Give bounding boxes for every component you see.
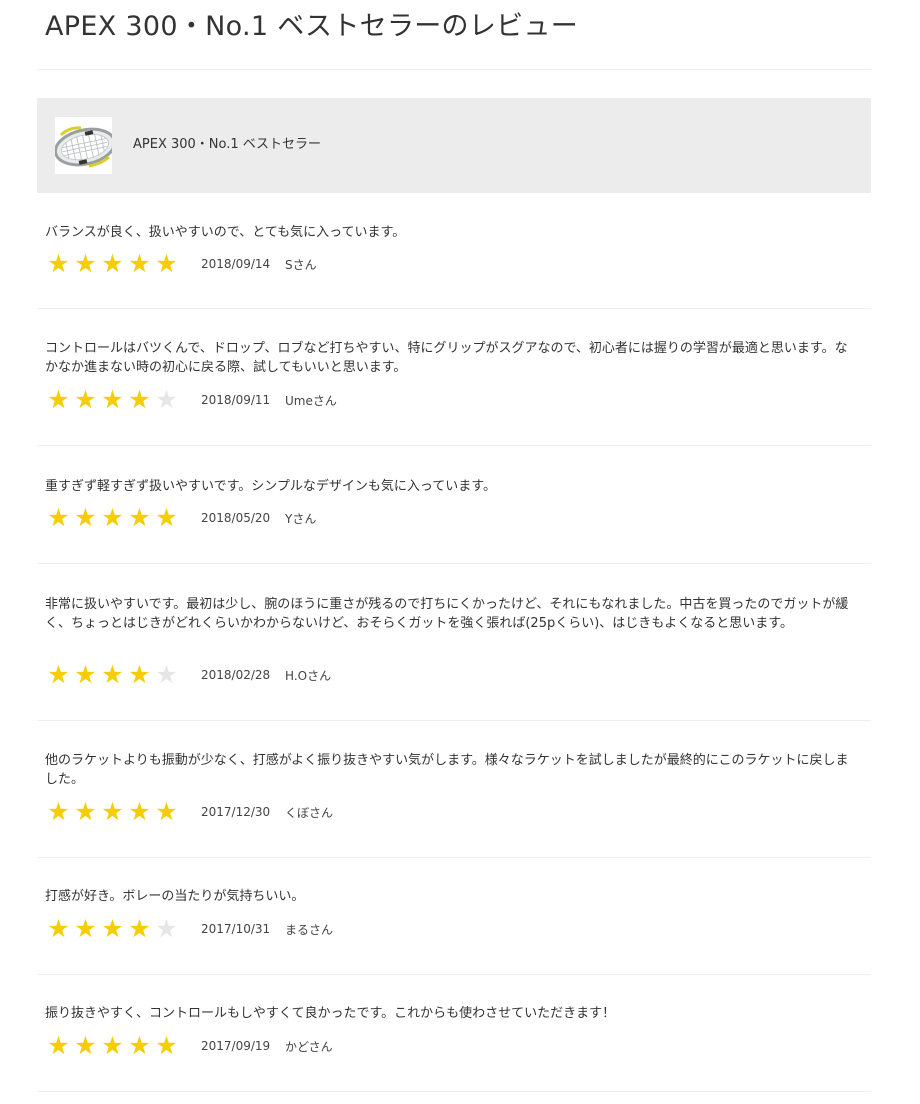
review-meta: ★ ★ ★ ★ ★ 2018/09/11 Umeさん	[45, 387, 337, 413]
review-author: くぼさん	[285, 805, 334, 820]
star-filled-icon: ★	[74, 660, 97, 689]
star-empty-icon: ★	[155, 385, 178, 414]
title-divider	[37, 69, 871, 70]
star-filled-icon: ★	[128, 385, 151, 414]
review-divider	[37, 1091, 871, 1092]
star-empty-icon: ★	[155, 660, 178, 689]
review-meta: ★ ★ ★ ★ ★ 2017/12/30 くぼさん	[45, 799, 333, 825]
review-meta: ★ ★ ★ ★ ★ 2018/02/28 H.Oさん	[45, 662, 331, 688]
star-filled-icon: ★	[128, 249, 151, 278]
star-filled-icon: ★	[74, 249, 97, 278]
star-filled-icon: ★	[128, 503, 151, 532]
star-rating: ★ ★ ★ ★ ★	[45, 799, 187, 825]
review-date: 2017/09/19	[201, 1039, 271, 1053]
review-item: 振り抜きやすく、コントロールもしやすくて良かったです。これからも使わさせていただ…	[37, 975, 871, 1092]
star-filled-icon: ★	[47, 385, 70, 414]
star-filled-icon: ★	[47, 797, 70, 826]
star-filled-icon: ★	[155, 503, 178, 532]
star-filled-icon: ★	[101, 1031, 124, 1060]
star-empty-icon: ★	[155, 914, 178, 943]
review-author: H.Oさん	[285, 668, 332, 683]
review-author: かどさん	[285, 1039, 333, 1054]
star-filled-icon: ★	[128, 914, 151, 943]
review-author: Yさん	[285, 511, 317, 526]
review-date: 2018/05/20	[201, 511, 271, 525]
review-date: 2018/09/11	[201, 393, 271, 407]
review-text: コントロールはバツくんで、ドロップ、ロブなど打ちやすい、特にグリップがスグアなの…	[45, 341, 848, 375]
review-item: コントロールはバツくんで、ドロップ、ロブなど打ちやすい、特にグリップがスグアなの…	[37, 309, 871, 446]
star-filled-icon: ★	[47, 660, 70, 689]
review-item: 重すぎず軽すぎず扱いやすいです。シンプルなデザインも気に入っています。 ★ ★ ★ ★…	[37, 446, 871, 564]
star-filled-icon: ★	[101, 797, 124, 826]
star-filled-icon: ★	[101, 385, 124, 414]
star-filled-icon: ★	[74, 797, 97, 826]
star-rating: ★ ★ ★ ★ ★	[45, 1033, 187, 1059]
star-filled-icon: ★	[155, 249, 178, 278]
review-item: 他のラケットよりも振動が少なく、打感がよく振り抜きやすい気がします。様々なラケッ…	[37, 721, 871, 858]
review-text: 振り抜きやすく、コントロールもしやすくて良かったです。これからも使わさせていただ…	[45, 1006, 616, 1021]
tennis-racket-icon	[55, 117, 112, 174]
review-author: Umeさん	[285, 393, 337, 408]
product-thumbnail[interactable]	[55, 117, 112, 174]
star-filled-icon: ★	[47, 503, 70, 532]
star-filled-icon: ★	[155, 797, 178, 826]
product-summary: APEX 300・No.1 ベストセラー	[37, 98, 871, 193]
review-text: 非常に扱いやすいです。最初は少し、腕のほうに重さが残るので打ちにくかったけど、そ…	[45, 597, 849, 631]
review-date: 2018/09/14	[201, 257, 271, 271]
star-filled-icon: ★	[47, 249, 70, 278]
review-item: 打感が好き。ボレーの当たりが気持ちいい。 ★ ★ ★ ★ ★ 2017/10/31 まる…	[37, 858, 871, 975]
review-item: バランスが良く、扱いやすいので、とても気に入っています。 ★ ★ ★ ★ ★ 2018/…	[37, 193, 871, 309]
star-filled-icon: ★	[47, 914, 70, 943]
star-filled-icon: ★	[101, 914, 124, 943]
star-rating: ★ ★ ★ ★ ★	[45, 387, 187, 413]
review-meta: ★ ★ ★ ★ ★ 2018/09/14 Sさん	[45, 251, 317, 277]
review-author: Sさん	[285, 257, 317, 272]
star-filled-icon: ★	[101, 503, 124, 532]
review-text: 他のラケットよりも振動が少なく、打感がよく振り抜きやすい気がします。様々なラケッ…	[45, 753, 849, 787]
star-rating: ★ ★ ★ ★ ★	[45, 662, 187, 688]
star-filled-icon: ★	[47, 1031, 70, 1060]
review-text: 重すぎず軽すぎず扱いやすいです。シンプルなデザインも気に入っています。	[45, 479, 496, 494]
product-name[interactable]: APEX 300・No.1 ベストセラー	[133, 136, 321, 154]
review-meta: ★ ★ ★ ★ ★ 2017/10/31 まるさん	[45, 916, 333, 942]
star-filled-icon: ★	[101, 660, 124, 689]
review-date: 2017/10/31	[201, 922, 271, 936]
review-text: 打感が好き。ボレーの当たりが気持ちいい。	[45, 889, 305, 904]
review-text: バランスが良く、扱いやすいので、とても気に入っています。	[45, 225, 406, 240]
star-filled-icon: ★	[128, 797, 151, 826]
star-filled-icon: ★	[128, 1031, 151, 1060]
review-item: 非常に扱いやすいです。最初は少し、腕のほうに重さが残るので打ちにくかったけど、そ…	[37, 564, 871, 721]
star-filled-icon: ★	[128, 660, 151, 689]
review-meta: ★ ★ ★ ★ ★ 2017/09/19 かどさん	[45, 1033, 333, 1059]
review-page: APEX 300・No.1 ベストセラーのレビュー APEX 300・No.1 …	[0, 0, 920, 1104]
review-meta: ★ ★ ★ ★ ★ 2018/05/20 Yさん	[45, 505, 316, 531]
star-filled-icon: ★	[155, 1031, 178, 1060]
star-filled-icon: ★	[74, 914, 97, 943]
star-rating: ★ ★ ★ ★ ★	[45, 916, 187, 942]
star-filled-icon: ★	[101, 249, 124, 278]
star-rating: ★ ★ ★ ★ ★	[45, 251, 187, 277]
star-rating: ★ ★ ★ ★ ★	[45, 505, 187, 531]
review-date: 2018/02/28	[201, 668, 271, 682]
star-filled-icon: ★	[74, 385, 97, 414]
page-title: APEX 300・No.1 ベストセラーのレビュー	[45, 11, 579, 42]
star-filled-icon: ★	[74, 1031, 97, 1060]
review-date: 2017/12/30	[201, 805, 271, 819]
star-filled-icon: ★	[74, 503, 97, 532]
review-author: まるさん	[285, 922, 334, 937]
